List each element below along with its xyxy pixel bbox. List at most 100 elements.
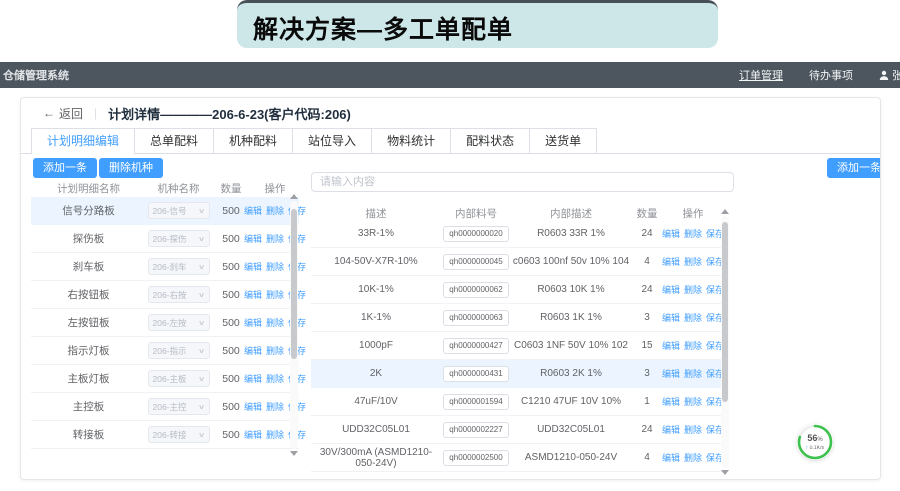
part-number-input[interactable]: [443, 338, 509, 354]
model-select[interactable]: 206-指示∨: [148, 342, 210, 359]
edit-link[interactable]: 编辑: [244, 232, 262, 245]
edit-link[interactable]: 编辑: [662, 367, 680, 380]
delete-link[interactable]: 删除: [684, 311, 702, 324]
table-row[interactable]: 33R-1% R0603 33R 1% 24 编辑删除保存: [311, 220, 723, 248]
table-row[interactable]: 30V/300mA (ASMD1210-050-24V) ASMD1210-05…: [311, 444, 723, 472]
model-select[interactable]: 206-主控∨: [148, 398, 210, 415]
model-select[interactable]: 206-探伤∨: [148, 230, 210, 247]
delete-link[interactable]: 删除: [266, 316, 284, 329]
add-row-button-left[interactable]: 添加一条: [33, 158, 97, 178]
delete-link[interactable]: 删除: [684, 339, 702, 352]
material-qty: 4: [631, 256, 663, 267]
table-row[interactable]: 指示灯板 206-指示∨ 500 编辑删除保存: [31, 337, 299, 365]
tab-material-stats[interactable]: 物料统计: [371, 128, 451, 153]
part-number-input[interactable]: [443, 282, 509, 298]
delete-model-button[interactable]: 删除机种: [99, 158, 163, 178]
table-row[interactable]: 主板灯板 206-主板∨ 500 编辑删除保存: [31, 365, 299, 393]
table-row[interactable]: 探伤板 206-探伤∨ 500 编辑删除保存: [31, 225, 299, 253]
part-number-input[interactable]: [443, 226, 509, 242]
model-select[interactable]: 206-主板∨: [148, 370, 210, 387]
delete-link[interactable]: 删除: [266, 428, 284, 441]
part-number-input[interactable]: [443, 366, 509, 382]
edit-link[interactable]: 编辑: [244, 344, 262, 357]
edit-link[interactable]: 编辑: [662, 283, 680, 296]
edit-link[interactable]: 编辑: [662, 451, 680, 464]
part-number-input[interactable]: [443, 254, 509, 270]
table-row[interactable]: 主控板 206-主控∨ 500 编辑删除保存: [31, 393, 299, 421]
delete-link[interactable]: 删除: [266, 204, 284, 217]
scrollbar-thumb[interactable]: [291, 209, 297, 359]
delete-link[interactable]: 删除: [684, 227, 702, 240]
part-number-input[interactable]: [443, 394, 509, 410]
back-button[interactable]: ← 返回: [43, 105, 83, 122]
tab-plan-detail-edit[interactable]: 计划明细编辑: [31, 128, 135, 153]
table-row[interactable]: 信号分路板 206-信号∨ 500 编辑删除保存: [31, 197, 299, 225]
edit-link[interactable]: 编辑: [662, 423, 680, 436]
menu-order-management[interactable]: 订单管理: [739, 67, 783, 83]
model-select[interactable]: 206-右按∨: [148, 286, 210, 303]
left-table-scrollbar[interactable]: [290, 201, 298, 449]
plan-name: 转接板: [31, 427, 146, 442]
part-number-input[interactable]: [443, 422, 509, 438]
table-row[interactable]: 104-50V-X7R-10% c0603 100nf 50v 10% 104 …: [311, 248, 723, 276]
menu-todo[interactable]: 待办事项: [809, 67, 853, 83]
add-row-button-right[interactable]: 添加一条: [827, 158, 881, 178]
delete-link[interactable]: 删除: [266, 372, 284, 385]
edit-link[interactable]: 编辑: [244, 288, 262, 301]
speed-ball-indicator[interactable]: 56% ↑ 0.1K/s: [797, 424, 833, 460]
internal-desc: ASMD1210-050-24V: [511, 452, 631, 463]
delete-link[interactable]: 删除: [266, 260, 284, 273]
delete-link[interactable]: 删除: [266, 232, 284, 245]
edit-link[interactable]: 编辑: [244, 260, 262, 273]
delete-link[interactable]: 删除: [684, 451, 702, 464]
table-row[interactable]: UDD32C05L01 UDD32C05L01 24 编辑删除保存: [311, 416, 723, 444]
edit-link[interactable]: 编辑: [244, 428, 262, 441]
model-select[interactable]: 206-左按∨: [148, 314, 210, 331]
table-row[interactable]: 刹车板 206-刹车∨ 500 编辑删除保存: [31, 253, 299, 281]
scroll-down-icon[interactable]: [721, 470, 729, 475]
scroll-up-icon[interactable]: [721, 209, 729, 214]
delete-link[interactable]: 删除: [266, 344, 284, 357]
tab-total-order-material[interactable]: 总单配料: [134, 128, 214, 153]
edit-link[interactable]: 编辑: [662, 339, 680, 352]
table-row[interactable]: 左按钮板 206-左按∨ 500 编辑删除保存: [31, 309, 299, 337]
delete-link[interactable]: 删除: [266, 400, 284, 413]
table-row[interactable]: 10K-1% R0603 10K 1% 24 编辑删除保存: [311, 276, 723, 304]
table-row[interactable]: 右按钮板 206-右按∨ 500 编辑删除保存: [31, 281, 299, 309]
delete-link[interactable]: 删除: [684, 423, 702, 436]
part-number-input[interactable]: [311, 479, 377, 481]
edit-link[interactable]: 编辑: [662, 255, 680, 268]
tab-delivery-note[interactable]: 送货单: [529, 128, 597, 153]
edit-link[interactable]: 编辑: [244, 316, 262, 329]
right-table-scrollbar[interactable]: [721, 216, 729, 468]
part-number-input[interactable]: [443, 450, 509, 466]
part-number-input[interactable]: [443, 310, 509, 326]
user-menu[interactable]: 张: [879, 67, 900, 83]
tab-material-status[interactable]: 配料状态: [450, 128, 530, 153]
table-row[interactable]: 1K-1% R0603 1K 1% 3 编辑删除保存: [311, 304, 723, 332]
delete-link[interactable]: 删除: [266, 288, 284, 301]
edit-link[interactable]: 编辑: [662, 227, 680, 240]
edit-link[interactable]: 编辑: [662, 395, 680, 408]
scrollbar-thumb[interactable]: [722, 222, 728, 402]
model-select[interactable]: 206-刹车∨: [148, 258, 210, 275]
model-select[interactable]: 206-转接∨: [148, 426, 210, 443]
delete-link[interactable]: 删除: [684, 395, 702, 408]
delete-link[interactable]: 删除: [684, 367, 702, 380]
delete-link[interactable]: 删除: [684, 255, 702, 268]
table-row[interactable]: 转接板 206-转接∨ 500 编辑删除保存: [31, 421, 299, 449]
edit-link[interactable]: 编辑: [244, 400, 262, 413]
scroll-up-icon[interactable]: [290, 194, 298, 199]
scroll-down-icon[interactable]: [290, 451, 298, 456]
table-row[interactable]: 2K R0603 2K 1% 3 编辑删除保存: [311, 360, 723, 388]
search-input[interactable]: [311, 172, 734, 192]
table-row[interactable]: 1000pF C0603 1NF 50V 10% 102 15 编辑删除保存: [311, 332, 723, 360]
tab-station-import[interactable]: 站位导入: [292, 128, 372, 153]
edit-link[interactable]: 编辑: [244, 372, 262, 385]
model-select[interactable]: 206-信号∨: [148, 202, 210, 219]
table-row[interactable]: 47uF/10V C1210 47UF 10V 10% 1 编辑删除保存: [311, 388, 723, 416]
edit-link[interactable]: 编辑: [244, 204, 262, 217]
edit-link[interactable]: 编辑: [662, 311, 680, 324]
delete-link[interactable]: 删除: [684, 283, 702, 296]
tab-model-material[interactable]: 机种配料: [213, 128, 293, 153]
